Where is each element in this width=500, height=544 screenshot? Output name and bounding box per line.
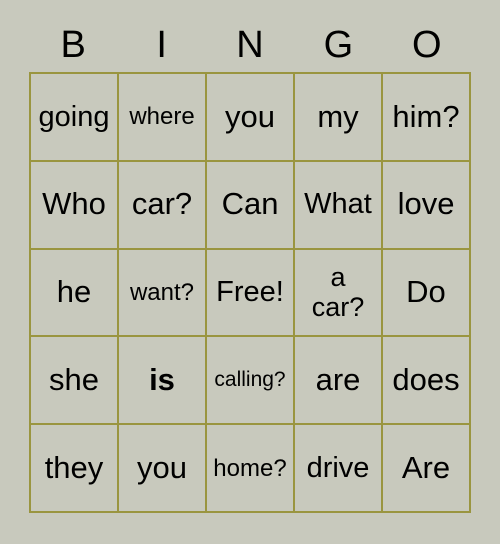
bingo-cell-label: a car?	[311, 262, 365, 323]
bingo-cell-label: want?	[129, 278, 195, 306]
bingo-header-letter-o: O	[412, 24, 442, 66]
bingo-cell-label: are	[315, 362, 361, 398]
bingo-cell-r4c2[interactable]: is	[119, 337, 207, 426]
bingo-cell-r5c5[interactable]: Are	[383, 425, 471, 513]
bingo-cell-label: you	[225, 98, 275, 134]
bingo-cell-label: is	[149, 362, 175, 398]
bingo-cell-r4c4[interactable]: are	[295, 337, 383, 426]
bingo-cell-label: love	[397, 186, 455, 222]
bingo-cell-r5c1[interactable]: they	[31, 425, 119, 513]
bingo-cell-r3c1[interactable]: he	[31, 249, 119, 338]
bingo-cell-r2c5[interactable]: love	[383, 161, 471, 250]
bingo-cell-r1c4[interactable]: my	[295, 74, 383, 162]
bingo-cell-r2c3[interactable]: Can	[207, 161, 295, 250]
bingo-grid: going where you my him? Who car? Can What love he w…	[29, 72, 471, 513]
bingo-cell-label: Are	[401, 449, 451, 485]
bingo-cell-r3c3[interactable]: Free!	[207, 249, 295, 338]
bingo-cell-r1c1[interactable]: going	[31, 74, 119, 162]
bingo-cell-r4c5[interactable]: does	[383, 337, 471, 426]
bingo-cell-r3c5[interactable]: Do	[383, 249, 471, 338]
bingo-cell-r3c4[interactable]: a car?	[295, 249, 383, 338]
bingo-header-letter-b: B	[60, 24, 86, 66]
bingo-cell-label: car?	[131, 186, 193, 222]
bingo-cell-r5c3[interactable]: home?	[207, 425, 295, 513]
bingo-cell-label: you	[137, 449, 187, 485]
bingo-cell-r1c5[interactable]: him?	[383, 74, 471, 162]
bingo-cell-label: What	[304, 188, 372, 221]
bingo-cell-label: Free!	[216, 276, 284, 309]
bingo-cell-label: where	[129, 103, 195, 131]
bingo-cell-label: Can	[221, 186, 279, 222]
bingo-header-letter-i: I	[156, 24, 167, 66]
bingo-cell-label: going	[38, 100, 110, 133]
bingo-cell-label: calling?	[214, 368, 286, 392]
bingo-cell-label: my	[317, 98, 359, 134]
bingo-cell-r2c1[interactable]: Who	[31, 161, 119, 250]
bingo-cell-label: home?	[213, 454, 287, 482]
bingo-cell-label: does	[392, 362, 460, 398]
bingo-cell-label: they	[44, 449, 104, 485]
bingo-cell-r5c4[interactable]: drive	[295, 425, 383, 513]
bingo-cell-label: Who	[42, 186, 106, 222]
bingo-cell-r1c2[interactable]: where	[119, 74, 207, 162]
bingo-cell-r2c4[interactable]: What	[295, 161, 383, 250]
bingo-cell-r4c1[interactable]: she	[31, 337, 119, 426]
bingo-cell-r2c2[interactable]: car?	[119, 161, 207, 250]
bingo-header-letter-n: N	[236, 24, 264, 66]
bingo-header-letter-g: G	[323, 24, 354, 66]
bingo-card: B I N G O going where you my him? Who car? Can W…	[0, 0, 500, 544]
bingo-cell-r1c3[interactable]: you	[207, 74, 295, 162]
bingo-header-row: B I N G O	[29, 18, 471, 72]
bingo-cell-label: Do	[406, 274, 446, 310]
bingo-cell-r4c3[interactable]: calling?	[207, 337, 295, 426]
bingo-cell-label: him?	[392, 98, 460, 134]
bingo-cell-r3c2[interactable]: want?	[119, 249, 207, 338]
bingo-cell-label: drive	[306, 451, 370, 484]
bingo-cell-label: she	[49, 362, 99, 398]
bingo-cell-label: he	[56, 274, 92, 310]
bingo-cell-r5c2[interactable]: you	[119, 425, 207, 513]
